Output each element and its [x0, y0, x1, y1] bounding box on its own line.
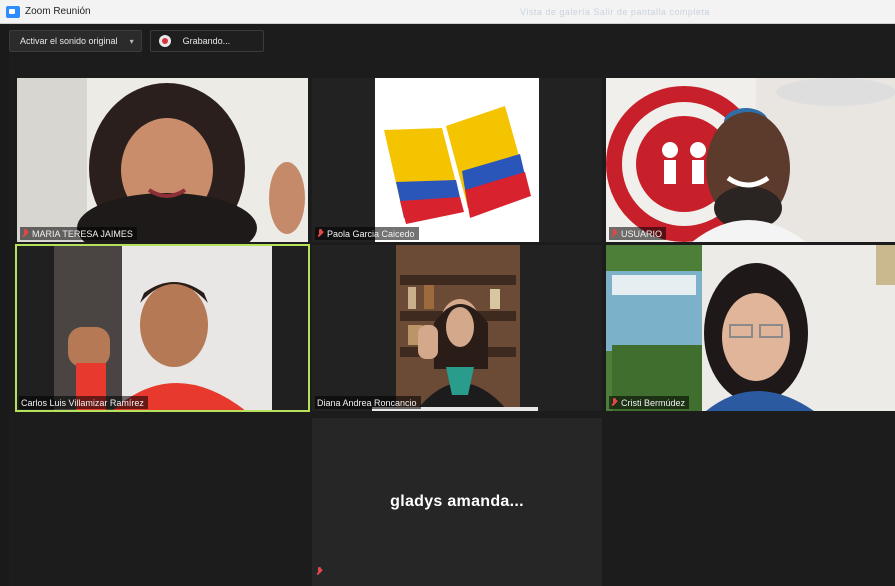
participant-name-tag: Carlos Luis Villamizar Ramírez: [19, 396, 148, 409]
zoom-window: Zoom Reunión Vista de galería Salir de p…: [0, 0, 895, 586]
window-title: Zoom Reunión: [25, 6, 91, 17]
participant-name-tag: MARIA TERESA JAIMES: [20, 227, 137, 240]
video-tile-3[interactable]: USUARIO: [606, 78, 895, 242]
video-tile-1[interactable]: MARIA TERESA JAIMES: [17, 78, 308, 242]
participant-name-tag: Paola Garcia Caicedo: [315, 227, 419, 240]
recording-label: Grabando...: [182, 36, 231, 46]
participant-name: MARIA TERESA JAIMES: [32, 228, 133, 239]
muted-mic-icon: [317, 228, 324, 239]
participant-name: Cristi Bermúdez: [621, 397, 686, 408]
faded-header-text: Vista de galería Salir de pantalla compl…: [520, 7, 710, 17]
meeting-top-toolbar: Activar el sonido original ▾ Grabando...: [9, 30, 264, 54]
recording-icon: [158, 35, 171, 47]
zoom-logo-icon: [6, 5, 20, 18]
participant-name: Diana Andrea Roncancio: [317, 397, 417, 408]
original-sound-label: Activar el sonido original: [20, 36, 118, 46]
title-bar: Zoom Reunión Vista de galería Salir de p…: [0, 0, 895, 24]
participant-name: Paola Garcia Caicedo: [327, 228, 415, 239]
video-tile-4[interactable]: Carlos Luis Villamizar Ramírez: [15, 244, 310, 412]
participant-video-3: [606, 78, 895, 242]
participant-video-4: [16, 245, 309, 411]
participant-video-2: [312, 78, 602, 242]
participant-video-1: [17, 78, 308, 242]
chevron-down-icon[interactable]: ▾: [130, 37, 134, 46]
participant-video-5: [312, 245, 602, 411]
video-tile-6[interactable]: Cristi Bermúdez: [606, 245, 895, 411]
muted-mic-icon: [611, 228, 618, 239]
participant-status: [316, 564, 323, 582]
video-tile-2[interactable]: Paola Garcia Caicedo: [312, 78, 602, 242]
participant-name: Carlos Luis Villamizar Ramírez: [21, 397, 144, 408]
video-tile-7[interactable]: gladys amanda...: [312, 418, 602, 586]
muted-mic-icon: [611, 397, 618, 408]
participant-name-tag: Diana Andrea Roncancio: [315, 396, 421, 409]
video-tile-5[interactable]: Diana Andrea Roncancio: [312, 245, 602, 411]
participant-display-name: gladys amanda...: [390, 493, 524, 510]
participant-name-tag: Cristi Bermúdez: [609, 396, 690, 409]
participant-video-6: [606, 245, 895, 411]
muted-mic-icon: [22, 228, 29, 239]
participant-name: USUARIO: [621, 228, 663, 239]
muted-mic-icon: [316, 567, 323, 577]
recording-indicator[interactable]: Grabando...: [149, 30, 264, 52]
original-sound-button[interactable]: Activar el sonido original ▾: [9, 30, 142, 52]
participant-name-tag: USUARIO: [609, 227, 667, 240]
